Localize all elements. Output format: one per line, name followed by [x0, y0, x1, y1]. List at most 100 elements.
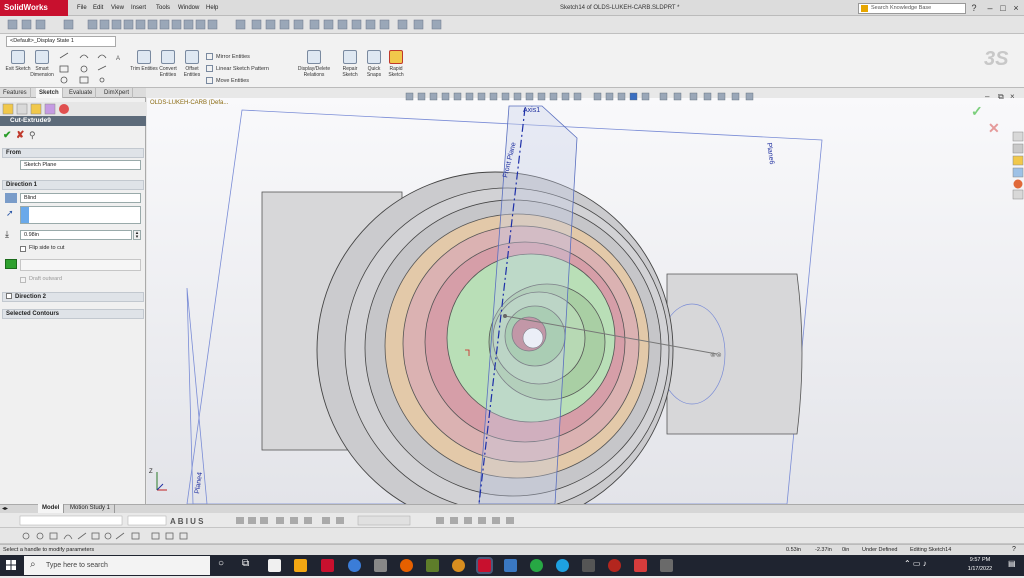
task-view-icon[interactable]: ⧉	[242, 558, 249, 569]
taskbar-solidworks-icon[interactable]	[321, 559, 334, 572]
draft-outward-checkbox[interactable]	[20, 277, 26, 283]
solidworks-logo[interactable]: SolidWorks	[0, 0, 68, 16]
tab-scroll-arrows[interactable]: ◂▸	[2, 505, 8, 512]
panel-tab-icons[interactable]	[0, 102, 146, 116]
tab-sketch[interactable]: Sketch	[36, 88, 63, 98]
taskbar-search-input[interactable]: Type here to search	[24, 556, 210, 575]
confirm-corner-ok-icon[interactable]: ✓	[971, 103, 983, 120]
smart-dimension-icon	[35, 50, 49, 64]
move-entities-button[interactable]: Move Entities	[206, 77, 249, 84]
sketch-entity-tools[interactable]: A	[58, 50, 132, 86]
coordinate-triad: Z	[149, 469, 167, 491]
direction1-section-header[interactable]: Direction 1	[2, 180, 144, 190]
taskbar-edge-icon[interactable]	[348, 559, 361, 572]
smart-dimension-button[interactable]: Smart Dimension	[28, 50, 56, 86]
system-tray-icons[interactable]: ⌃ ▭ ♪	[904, 559, 927, 568]
search-input[interactable]: Search Knowledge Base	[858, 3, 966, 14]
convert-label: Convert Entities	[159, 66, 177, 78]
detailed-preview-icon[interactable]: ⚲	[29, 130, 36, 141]
restore-button[interactable]: □	[997, 2, 1009, 14]
taskbar-app-7-icon[interactable]	[426, 559, 439, 572]
close-button[interactable]: ×	[1010, 2, 1022, 14]
menu-insert[interactable]: Insert	[131, 0, 146, 16]
feature-tree-label[interactable]: OLDS-LUKEH-CARB (Defa...	[150, 100, 228, 106]
taskbar-app-5-icon[interactable]	[374, 559, 387, 572]
trim-icon	[137, 50, 151, 64]
taskbar-folder-icon[interactable]	[294, 559, 307, 572]
view-toolbar[interactable]	[404, 92, 764, 102]
viewport-minimize-icon[interactable]: –	[985, 92, 989, 101]
display-delete-relations-button[interactable]: Display/Delete Relations	[294, 50, 334, 86]
minimize-button[interactable]: –	[984, 2, 996, 14]
tab-dimxpert[interactable]: DimXpert	[101, 88, 134, 98]
taskbar-app-15-icon[interactable]	[634, 559, 647, 572]
offset-entities-button[interactable]: Offset Entities	[178, 50, 206, 86]
graphics-area[interactable]: ⊗⊗ Axis1 Front Plane Plane6 Plane4 Z	[147, 98, 1024, 504]
depth-input[interactable]: 0.98in	[20, 230, 132, 240]
menu-file[interactable]: File	[77, 0, 87, 16]
configuration-dropdown[interactable]: <Default>_Display State 1	[6, 36, 116, 47]
reverse-direction-icon[interactable]	[5, 193, 17, 203]
sketch-handle-end[interactable]: ⊗⊗	[710, 352, 722, 359]
taskbar-app-8-icon[interactable]	[452, 559, 465, 572]
cancel-x-icon[interactable]: ✘	[16, 130, 24, 141]
draft-toggle-icon[interactable]	[5, 259, 17, 269]
viewport-close-icon[interactable]: ×	[1010, 92, 1015, 101]
tab-motion-study[interactable]: Motion Study 1	[66, 504, 116, 513]
menu-window[interactable]: Window	[178, 0, 199, 16]
taskbar-app-1-icon[interactable]	[268, 559, 281, 572]
from-dropdown[interactable]: Sketch Plane	[20, 160, 141, 170]
taskbar-app-10-icon[interactable]	[504, 559, 517, 572]
sketch-handle-start[interactable]	[503, 314, 507, 318]
menu-edit[interactable]: Edit	[93, 0, 103, 16]
task-pane-icons[interactable]	[1012, 130, 1024, 200]
ok-check-icon[interactable]: ✔	[3, 130, 11, 141]
direction-selection-box[interactable]	[20, 206, 141, 224]
flip-side-checkbox[interactable]	[20, 246, 26, 252]
format-toolbar-controls[interactable]: A B I U S	[0, 513, 1024, 528]
taskbar-app-11-icon[interactable]	[530, 559, 543, 572]
tab-evaluate[interactable]: Evaluate	[66, 88, 97, 98]
cortana-icon[interactable]: ○	[218, 558, 224, 569]
menu-help[interactable]: Help	[206, 0, 218, 16]
status-bar: Select a handle to modify parameters 0.5…	[0, 544, 1024, 555]
document-title: Sketch14 of OLDS-LUKEH-CARB.SLDPRT *	[560, 5, 680, 11]
rapid-sketch-button[interactable]: Rapid Sketch	[382, 50, 410, 86]
tab-features[interactable]: Features	[0, 88, 31, 98]
right-cylinder[interactable]	[666, 273, 803, 435]
linear-pattern-button[interactable]: Linear Sketch Pattern	[206, 65, 269, 72]
viewport-maximize-icon[interactable]: ⧉	[998, 92, 1004, 102]
mirror-entities-button[interactable]: Mirror Entities	[206, 53, 250, 60]
notification-icon[interactable]: ▤	[1008, 559, 1016, 568]
model-view[interactable]: ⊗⊗ Axis1 Front Plane Plane6 Plane4 Z	[147, 98, 1024, 504]
taskbar-app-12-icon[interactable]	[556, 559, 569, 572]
triad-z-label: Z	[149, 469, 153, 475]
windows-logo-icon	[6, 560, 16, 570]
end-condition-dropdown[interactable]: Blind	[20, 193, 141, 203]
menu-view[interactable]: View	[111, 0, 124, 16]
direction2-checkbox[interactable]	[6, 293, 12, 300]
taskbar-solidworks-active-icon[interactable]	[476, 557, 493, 574]
status-x-coord: 0.53in	[786, 547, 801, 553]
confirm-corner-cancel-icon[interactable]: ✕	[988, 120, 1000, 137]
taskbar-app-14-icon[interactable]	[608, 559, 621, 572]
sketch-toolbar-icons[interactable]	[0, 528, 1024, 544]
direction2-section-header[interactable]: Direction 2	[2, 292, 144, 302]
depth-spinner[interactable]: ▴ ▾	[133, 230, 141, 240]
status-message: Select a handle to modify parameters	[3, 547, 95, 553]
taskbar-clock[interactable]: 9:57 PM 1/17/2022	[956, 556, 1004, 575]
start-button[interactable]	[0, 555, 22, 576]
selected-contours-header[interactable]: Selected Contours	[2, 309, 144, 319]
plane4-outline[interactable]	[186, 287, 208, 504]
svg-text:A B I U S: A B I U S	[170, 517, 204, 526]
quick-snaps-icon	[367, 50, 381, 64]
status-more-icon[interactable]: ?	[1012, 545, 1016, 555]
taskbar-app-16-icon[interactable]	[660, 559, 673, 572]
from-section-header[interactable]: From	[2, 148, 144, 158]
taskbar-firefox-icon[interactable]	[400, 559, 413, 572]
tab-model[interactable]: Model	[38, 504, 65, 513]
menu-tools[interactable]: Tools	[156, 0, 170, 16]
draft-angle-input[interactable]	[20, 259, 141, 271]
taskbar-app-13-icon[interactable]	[582, 559, 595, 572]
help-icon[interactable]: ?	[968, 2, 980, 14]
